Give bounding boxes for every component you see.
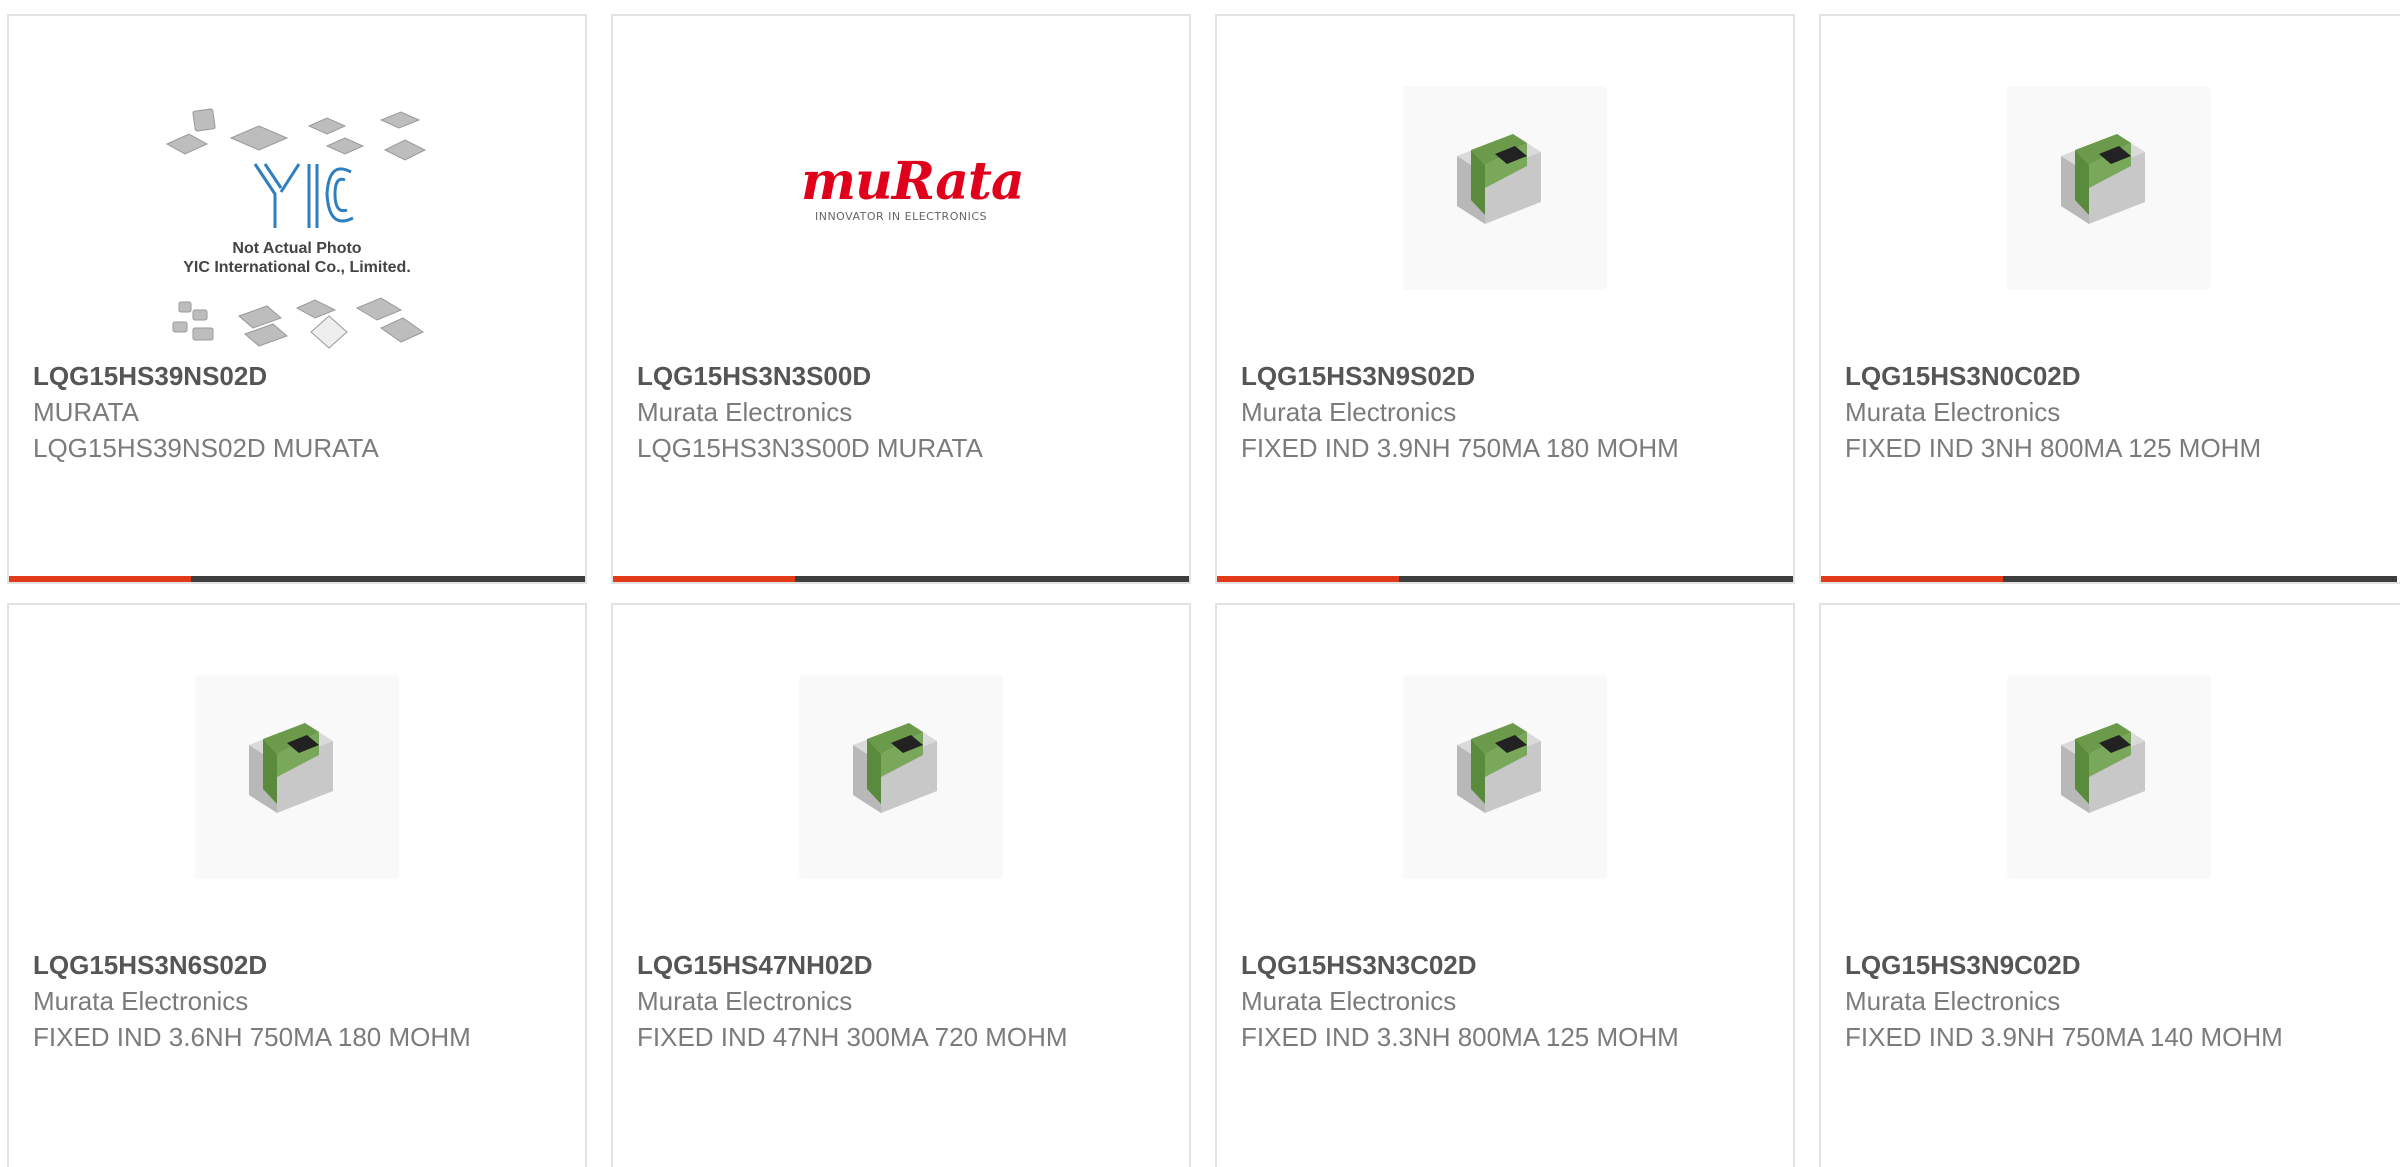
card-accent-bar <box>1821 576 2397 582</box>
product-card[interactable]: LQG15HS3N3C02D Murata Electronics FIXED … <box>1215 603 1795 1167</box>
manufacturer: Murata Electronics <box>1845 397 2061 427</box>
part-number[interactable]: LQG15HS47NH02D <box>637 947 1107 983</box>
murata-logo: muRata INNOVATOR IN ELECTRONICS <box>613 16 1189 351</box>
manufacturer: Murata Electronics <box>33 986 249 1016</box>
part-number[interactable]: LQG15HS3N0C02D <box>1845 358 2315 394</box>
product-card[interactable]: LQG15HS3N0C02D Murata Electronics FIXED … <box>1819 14 2400 584</box>
description: LQG15HS39NS02D MURATA <box>33 433 379 463</box>
manufacturer: Murata Electronics <box>637 397 853 427</box>
description: FIXED IND 3.6NH 750MA 180 MOHM <box>33 1022 471 1052</box>
description: LQG15HS3N3S00D MURATA <box>637 433 983 463</box>
chip-inductor-image <box>1821 605 2397 940</box>
chip-inductor-image <box>1217 16 1793 351</box>
chip-inductor-image <box>613 605 1189 940</box>
placeholder-image: Not Actual Photo YIC International Co., … <box>9 16 585 351</box>
manufacturer: Murata Electronics <box>1845 986 2061 1016</box>
chip-inductor-image <box>1821 16 2397 351</box>
product-card[interactable]: LQG15HS3N9S02D Murata Electronics FIXED … <box>1215 14 1795 584</box>
chip-inductor-image <box>1217 605 1793 940</box>
product-card[interactable]: LQG15HS47NH02D Murata Electronics FIXED … <box>611 603 1191 1167</box>
product-card[interactable]: LQG15HS3N6S02D Murata Electronics FIXED … <box>7 603 587 1167</box>
part-number[interactable]: LQG15HS3N9C02D <box>1845 947 2315 983</box>
manufacturer: MURATA <box>33 397 139 427</box>
description: FIXED IND 3NH 800MA 125 MOHM <box>1845 433 2262 463</box>
chip-inductor-image <box>9 605 585 940</box>
manufacturer: Murata Electronics <box>1241 397 1457 427</box>
card-accent-bar <box>9 576 585 582</box>
manufacturer: Murata Electronics <box>1241 986 1457 1016</box>
product-card[interactable]: muRata INNOVATOR IN ELECTRONICS LQG15HS3… <box>611 14 1191 584</box>
description: FIXED IND 3.3NH 800MA 125 MOHM <box>1241 1022 1679 1052</box>
description: FIXED IND 3.9NH 750MA 180 MOHM <box>1241 433 1679 463</box>
part-number[interactable]: LQG15HS3N3C02D <box>1241 947 1711 983</box>
part-number[interactable]: LQG15HS3N9S02D <box>1241 358 1711 394</box>
placeholder-line2: YIC International Co., Limited. <box>183 259 411 276</box>
description: FIXED IND 47NH 300MA 720 MOHM <box>637 1022 1068 1052</box>
card-accent-bar <box>613 576 1189 582</box>
card-accent-bar <box>1217 576 1793 582</box>
product-card[interactable]: Not Actual Photo YIC International Co., … <box>7 14 587 584</box>
description: FIXED IND 3.9NH 750MA 140 MOHM <box>1845 1022 2283 1052</box>
part-number[interactable]: LQG15HS3N3S00D <box>637 358 1107 394</box>
product-grid: Not Actual Photo YIC International Co., … <box>0 0 2400 1167</box>
part-number[interactable]: LQG15HS3N6S02D <box>33 947 503 983</box>
logo-tagline: INNOVATOR IN ELECTRONICS <box>814 210 987 223</box>
manufacturer: Murata Electronics <box>637 986 853 1016</box>
placeholder-line1: Not Actual Photo <box>232 240 361 257</box>
logo-word: muRata <box>801 151 1025 212</box>
part-number[interactable]: LQG15HS39NS02D <box>33 358 503 394</box>
product-card[interactable]: LQG15HS3N9C02D Murata Electronics FIXED … <box>1819 603 2400 1167</box>
